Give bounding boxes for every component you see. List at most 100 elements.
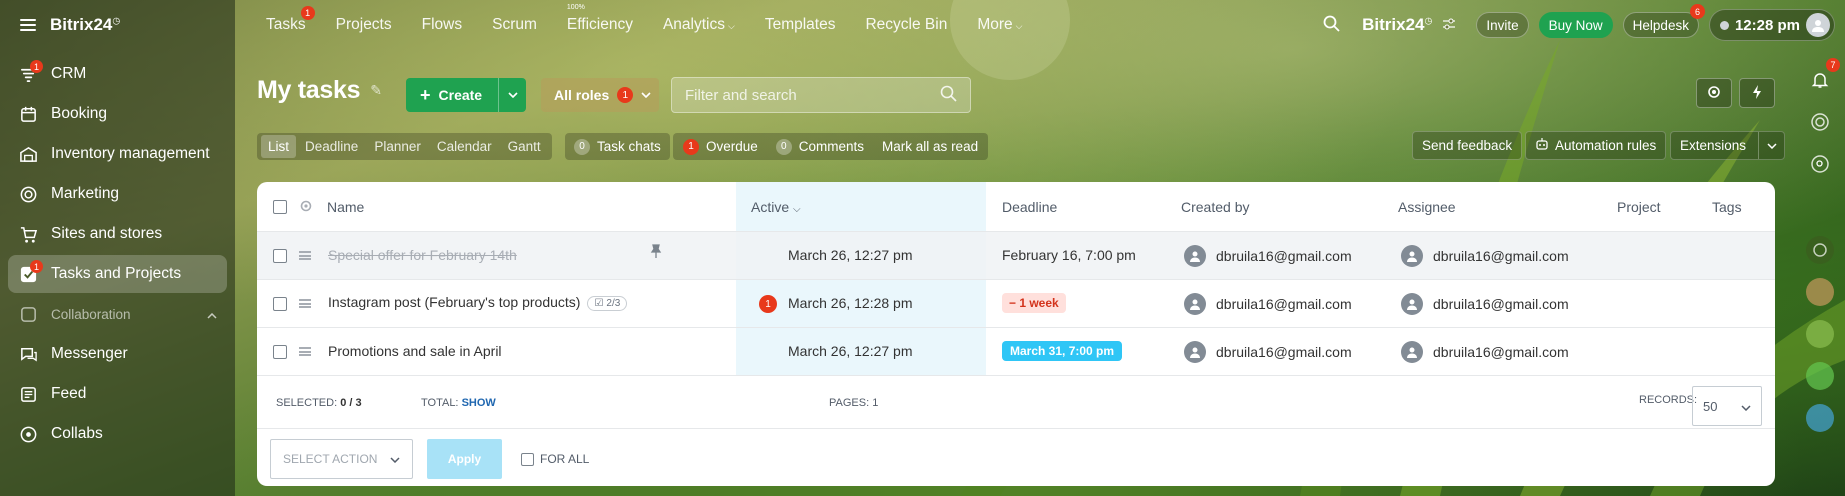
send-feedback-button[interactable]: Send feedback bbox=[1412, 131, 1523, 160]
for-all-checkbox[interactable] bbox=[521, 452, 534, 466]
assignee-user[interactable]: dbruila16@gmail.com bbox=[1401, 341, 1569, 363]
deadline-date[interactable]: February 16, 7:00 pm bbox=[1002, 247, 1136, 263]
sidebar-item-sites[interactable]: Sites and stores bbox=[8, 215, 227, 253]
nav-efficiency[interactable]: 100% Efficiency bbox=[567, 4, 633, 34]
sidebar-item-crm[interactable]: 1 CRM bbox=[8, 55, 227, 93]
view-gantt[interactable]: Gantt bbox=[501, 135, 548, 158]
chevron-down-icon: ⌵ bbox=[728, 21, 735, 31]
column-header-active[interactable]: Active ⌵ bbox=[751, 199, 801, 215]
sidebar-item-collabs[interactable]: Collabs bbox=[8, 415, 227, 453]
row-checkbox[interactable] bbox=[273, 297, 287, 311]
drag-handle-icon[interactable] bbox=[299, 347, 311, 356]
nav-templates[interactable]: Templates bbox=[765, 16, 836, 34]
assignee-user[interactable]: dbruila16@gmail.com bbox=[1401, 293, 1569, 315]
view-list[interactable]: List bbox=[261, 135, 297, 158]
settings-sliders-icon[interactable] bbox=[1442, 17, 1456, 34]
nav-tasks[interactable]: Tasks 1 bbox=[266, 6, 315, 34]
bookmark-icon[interactable] bbox=[1806, 404, 1834, 432]
roles-filter-button[interactable]: All roles 1 bbox=[541, 78, 659, 112]
sidebar-header: Bitrix24◷ bbox=[0, 0, 235, 50]
gear-icon[interactable] bbox=[299, 199, 313, 216]
column-header-created-by[interactable]: Created by bbox=[1181, 199, 1249, 215]
mark-all-read-link[interactable]: Mark all as read bbox=[868, 139, 982, 154]
sidebar-item-marketing[interactable]: Marketing bbox=[8, 175, 227, 213]
helpdesk-button[interactable]: Helpdesk 6 bbox=[1622, 4, 1705, 38]
deadline-overdue-badge[interactable]: − 1 week bbox=[1002, 293, 1066, 313]
portal-logo[interactable]: Bitrix24◷ bbox=[1362, 15, 1432, 35]
nav-recycle-bin[interactable]: Recycle Bin bbox=[865, 16, 947, 34]
for-all-option[interactable]: For all bbox=[521, 452, 589, 466]
buy-now-button[interactable]: Buy Now bbox=[1538, 12, 1613, 38]
column-header-tags[interactable]: Tags bbox=[1712, 199, 1742, 215]
create-button[interactable]: + Create bbox=[406, 78, 526, 112]
created-by-user[interactable]: dbruila16@gmail.com bbox=[1184, 245, 1352, 267]
drag-handle-icon[interactable] bbox=[299, 299, 311, 308]
column-header-name[interactable]: Name bbox=[327, 199, 364, 215]
nav-more[interactable]: More ⌵ bbox=[977, 16, 1022, 34]
select-action-dropdown[interactable]: Select action bbox=[270, 439, 413, 479]
deadline-badge[interactable]: March 31, 7:00 pm bbox=[1002, 341, 1123, 361]
copilot-icon[interactable] bbox=[1806, 108, 1834, 136]
chevron-down-icon bbox=[1741, 399, 1751, 414]
invite-button[interactable]: Invite bbox=[1476, 12, 1529, 38]
table-row[interactable]: Promotions and sale in April March 26, 1… bbox=[257, 328, 1775, 375]
comments-counter[interactable]: 0 Comments bbox=[762, 138, 868, 155]
row-checkbox[interactable] bbox=[273, 345, 287, 359]
bell-icon[interactable]: 7 bbox=[1806, 58, 1840, 94]
openlines-icon[interactable] bbox=[1806, 236, 1834, 264]
filter-search-input[interactable]: Filter and search bbox=[671, 77, 971, 113]
task-name-link[interactable]: Instagram post (February's top products)… bbox=[328, 294, 628, 311]
pin-icon[interactable] bbox=[650, 244, 662, 261]
top-right-controls: Bitrix24◷ Invite Buy Now Helpdesk 6 12:28… bbox=[1323, 0, 1845, 50]
extensions-button[interactable]: Extensions bbox=[1670, 131, 1786, 160]
automation-lightning-button[interactable] bbox=[1739, 78, 1775, 108]
brand-logo[interactable]: Bitrix24◷ bbox=[50, 15, 120, 35]
nav-analytics[interactable]: Analytics ⌵ bbox=[663, 16, 735, 34]
created-by-user[interactable]: dbruila16@gmail.com bbox=[1184, 341, 1352, 363]
drag-handle-icon[interactable] bbox=[299, 251, 311, 260]
sidebar-item-feed[interactable]: Feed bbox=[8, 375, 227, 413]
chat-search-icon[interactable] bbox=[1806, 150, 1834, 178]
view-planner[interactable]: Planner bbox=[367, 135, 428, 158]
task-name-link[interactable]: Promotions and sale in April bbox=[328, 343, 502, 359]
show-total-link[interactable]: Show bbox=[462, 397, 496, 409]
sidebar-item-inventory[interactable]: Inventory management bbox=[8, 135, 227, 173]
column-header-deadline[interactable]: Deadline bbox=[1002, 199, 1057, 215]
nav-scrum[interactable]: Scrum bbox=[492, 16, 537, 34]
table-row[interactable]: Special offer for February 14th March 26… bbox=[257, 232, 1775, 280]
overdue-counter[interactable]: 1 Overdue bbox=[679, 138, 762, 155]
settings-gear-button[interactable] bbox=[1696, 78, 1732, 108]
automation-rules-button[interactable]: Automation rules bbox=[1525, 131, 1667, 160]
notes-icon[interactable] bbox=[1806, 320, 1834, 348]
view-deadline[interactable]: Deadline bbox=[298, 135, 365, 158]
records-per-page-select[interactable]: 50 bbox=[1692, 386, 1762, 426]
created-by-user[interactable]: dbruila16@gmail.com bbox=[1184, 293, 1352, 315]
search-icon[interactable] bbox=[940, 85, 957, 106]
user-avatar[interactable] bbox=[1806, 13, 1830, 37]
nav-projects[interactable]: Projects bbox=[336, 16, 392, 34]
column-header-assignee[interactable]: Assignee bbox=[1398, 199, 1456, 215]
apply-button[interactable]: Apply bbox=[427, 439, 502, 479]
task-chats-counter[interactable]: 0 Task chats bbox=[565, 133, 670, 160]
assignee-user[interactable]: dbruila16@gmail.com bbox=[1401, 245, 1569, 267]
sidebar-section-collaboration[interactable]: Collaboration bbox=[8, 295, 227, 333]
pin-icon[interactable]: ✎ bbox=[370, 82, 382, 99]
message-icon[interactable] bbox=[1806, 362, 1834, 390]
sidebar-item-messenger[interactable]: Messenger bbox=[8, 335, 227, 373]
select-all-checkbox[interactable] bbox=[273, 200, 287, 214]
chevron-down-icon[interactable] bbox=[1758, 132, 1784, 159]
sort-desc-icon: ⌵ bbox=[793, 204, 801, 215]
table-row[interactable]: Instagram post (February's top products)… bbox=[257, 280, 1775, 328]
sidebar-item-booking[interactable]: Booking bbox=[8, 95, 227, 133]
contact-avatar-icon[interactable] bbox=[1806, 278, 1834, 306]
search-icon[interactable] bbox=[1323, 15, 1340, 35]
row-checkbox[interactable] bbox=[273, 249, 287, 263]
sidebar-item-tasks[interactable]: 1 Tasks and Projects bbox=[8, 255, 227, 293]
nav-flows[interactable]: Flows bbox=[422, 16, 462, 34]
menu-icon[interactable] bbox=[20, 19, 36, 31]
view-calendar[interactable]: Calendar bbox=[430, 135, 499, 158]
task-name-link[interactable]: Special offer for February 14th bbox=[328, 247, 517, 263]
create-dropdown-toggle[interactable] bbox=[498, 78, 526, 112]
timeman-widget[interactable]: 12:28 pm bbox=[1708, 9, 1835, 41]
column-header-project[interactable]: Project bbox=[1617, 199, 1661, 215]
